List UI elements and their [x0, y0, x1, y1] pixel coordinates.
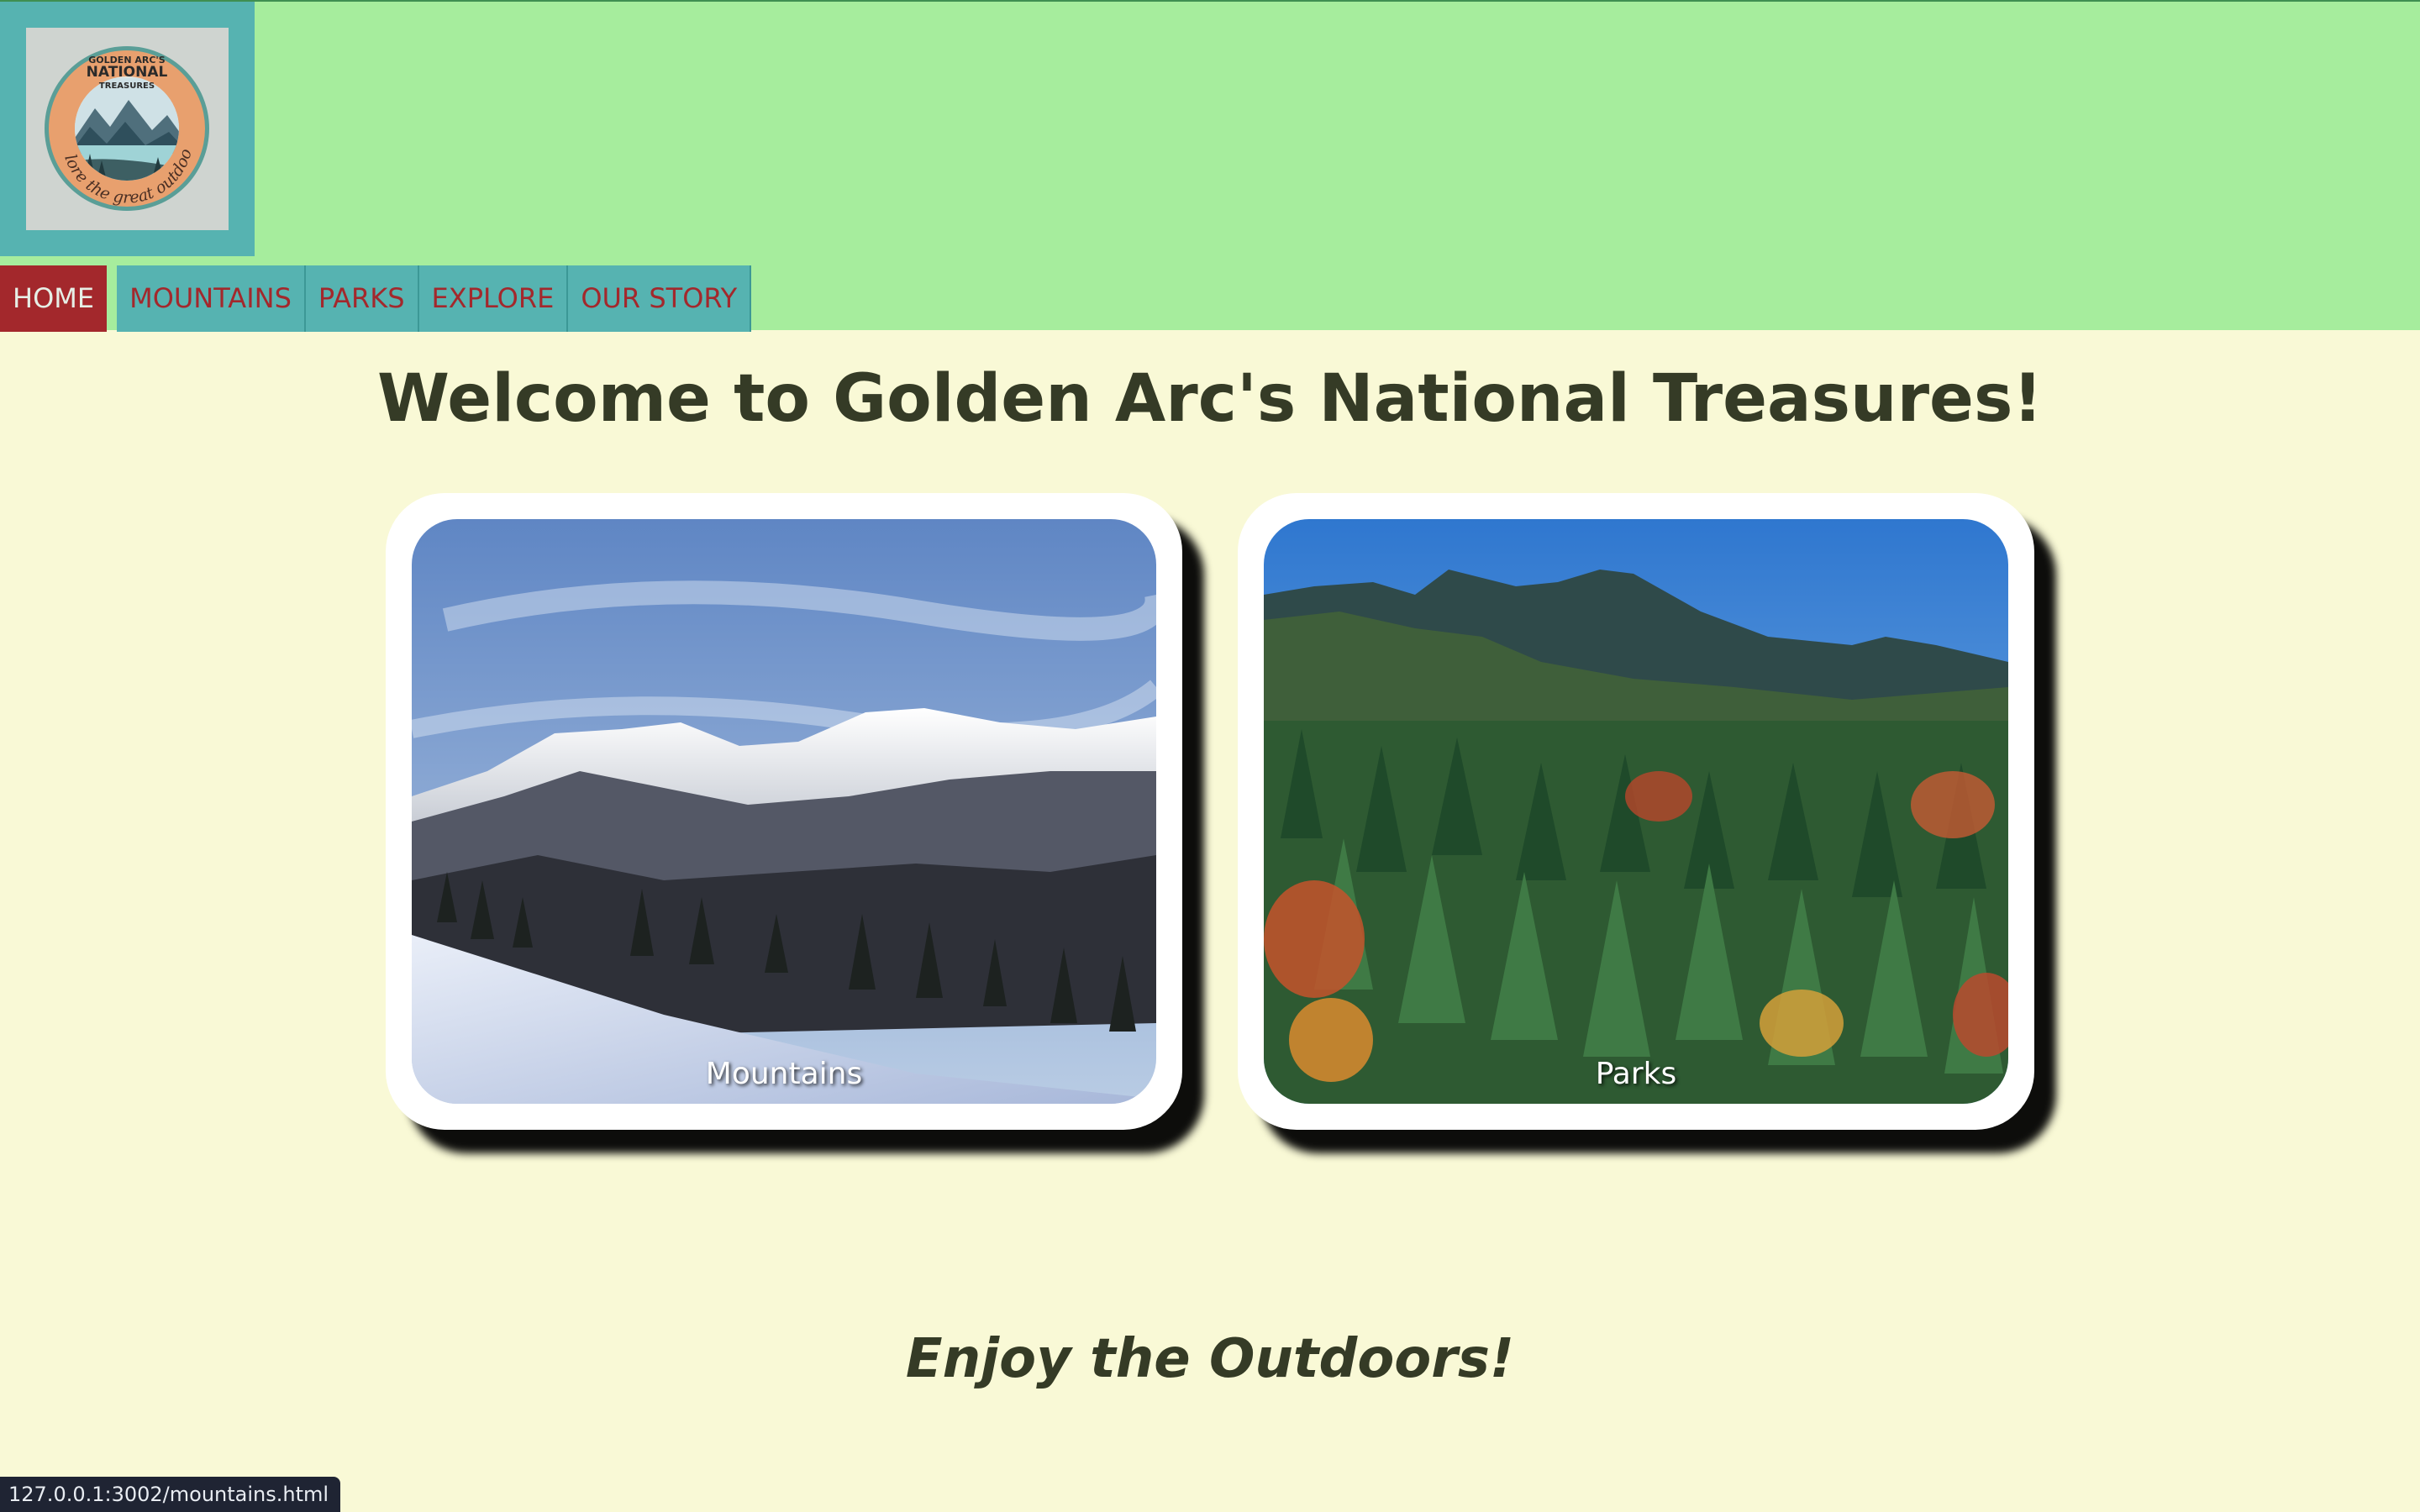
svg-text:NATIONAL: NATIONAL [87, 64, 168, 81]
parks-card[interactable]: Parks [1238, 493, 2034, 1130]
parks-caption: Parks [1595, 1057, 1677, 1091]
logo-badge-icon: GOLDEN ARC'S NATIONAL TREASURES explore … [26, 28, 209, 211]
nav-parks[interactable]: PARKS [305, 265, 419, 332]
nav-explore[interactable]: EXPLORE [418, 265, 569, 332]
nav-our-story[interactable]: OUR STORY [568, 265, 752, 332]
svg-text:TREASURES: TREASURES [99, 81, 155, 91]
mountains-caption: Mountains [705, 1057, 863, 1091]
page-title: Welcome to Golden Arc's National Treasur… [377, 361, 2043, 437]
link-status-bar: 127.0.0.1:3002/mountains.html [0, 1477, 341, 1512]
logo-frame[interactable]: GOLDEN ARC'S NATIONAL TREASURES explore … [0, 2, 255, 256]
nav-home[interactable]: HOME [0, 265, 108, 332]
main-nav: HOME MOUNTAINS PARKS EXPLORE OUR STORY [0, 265, 752, 332]
parks-photo [1264, 519, 2008, 1104]
mountains-card[interactable]: Mountains [386, 493, 1182, 1130]
mountains-image[interactable]: Mountains [412, 519, 1156, 1104]
nav-mountains[interactable]: MOUNTAINS [117, 265, 306, 332]
tagline: Enjoy the Outdoors! [905, 1328, 1515, 1390]
site-header: GOLDEN ARC'S NATIONAL TREASURES explore … [0, 0, 2420, 332]
site-logo[interactable]: GOLDEN ARC'S NATIONAL TREASURES explore … [26, 28, 229, 230]
mountains-photo [412, 519, 1156, 1104]
parks-image[interactable]: Parks [1264, 519, 2008, 1104]
